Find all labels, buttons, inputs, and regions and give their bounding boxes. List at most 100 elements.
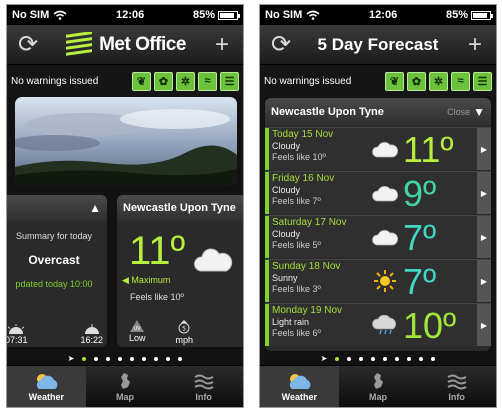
row-chevron-icon[interactable]: ▶ (477, 172, 491, 214)
svg-text:UV: UV (134, 326, 142, 332)
svg-text:5: 5 (182, 326, 186, 333)
tab-map[interactable]: Map (339, 366, 418, 407)
page-dot (371, 356, 376, 361)
row-chevron-icon[interactable]: ▶ (477, 128, 491, 170)
page-dot (154, 356, 159, 361)
tab-weather[interactable]: Weather (260, 366, 339, 407)
refresh-icon[interactable]: ⟳ (15, 32, 41, 57)
current-weather-card[interactable]: Newcastle Upon Tyne 11º ◀ Maximum Feels … (117, 195, 243, 347)
page-dot (359, 356, 364, 361)
forecast-location: Newcastle Upon Tyne (271, 106, 384, 118)
page-dot (419, 356, 424, 361)
summary-value: Overcast (28, 253, 80, 267)
leaf-icon[interactable]: ❦ (385, 71, 404, 91)
forecast-description: Cloudy (272, 185, 301, 195)
row-chevron-icon[interactable]: ▶ (477, 304, 491, 346)
page-dot (395, 356, 400, 361)
forecast-card: Newcastle Upon Tyne Close ▼ Today 15 Nov C… (265, 98, 491, 351)
collapse-arrow-icon[interactable]: ▲ (89, 201, 101, 215)
page-dot (407, 356, 412, 361)
maximum-label: ◀ Maximum (122, 275, 171, 285)
info-tab-icon (194, 374, 214, 389)
current-temperature: 11º (129, 229, 186, 273)
snowflake-icon[interactable]: ✲ (429, 71, 448, 91)
cloud-icon (371, 172, 399, 214)
list-icon[interactable]: ☰ (220, 71, 239, 91)
phone-screen-forecast: No SIM 12:06 85% ⟳ 5 Day Forecast + No w… (259, 4, 497, 408)
close-arrow-icon: ▼ (473, 105, 485, 119)
phone-screen-weather: No SIM 12:06 85% ⟳ Met Office + No warni… (6, 4, 244, 408)
tab-info[interactable]: Info (164, 366, 243, 407)
wifi-icon (53, 10, 67, 20)
forecast-row[interactable]: Today 15 Nov Cloudy Feels like 10º 11º ▶ (265, 127, 491, 170)
location-arrow-icon: ➤ (67, 354, 75, 363)
forecast-row[interactable]: Sunday 18 Nov Sunny Feels like 3º 7º ▶ (265, 259, 491, 302)
forecast-info: Today 15 Nov Cloudy Feels like 10º (269, 128, 371, 170)
forecast-day: Monday 19 Nov (272, 305, 343, 316)
carrier-label: No SIM (265, 9, 303, 21)
row-chevron-icon[interactable]: ▶ (477, 260, 491, 302)
webcam-image (15, 97, 237, 185)
pollen-icon[interactable]: ✿ (154, 71, 173, 91)
forecast-temperature: 7º (403, 217, 437, 258)
info-tab-icon (447, 374, 467, 389)
wind-unit: mph (175, 335, 194, 345)
tab-map-label: Map (116, 391, 134, 402)
summary-card[interactable]: ▲ Summary for today Overcast pdated toda… (6, 195, 107, 347)
forecast-row[interactable]: Monday 19 Nov Light rain Feels like 6º 10º ▶ (265, 303, 491, 346)
page-dot (94, 356, 99, 361)
warnings-text: No warnings issued (11, 75, 99, 87)
tab-info-label: Info (448, 391, 465, 402)
forecast-day: Today 15 Nov (272, 129, 334, 140)
weather-tab-icon (290, 373, 311, 389)
rain-cloud-icon (371, 304, 399, 346)
clock: 12:06 (369, 9, 398, 21)
sunrise-time: 07:31 (6, 335, 28, 345)
page-indicator[interactable]: ➤ (260, 354, 496, 363)
forecast-feels-like: Feels like 3º (272, 284, 321, 294)
flood-icon[interactable]: ≈ (451, 71, 470, 91)
forecast-feels-like: Feels like 7º (272, 196, 321, 206)
page-dot (82, 356, 87, 361)
refresh-icon[interactable]: ⟳ (268, 32, 294, 57)
sunset-icon (84, 324, 99, 334)
page-indicator[interactable]: ➤ (7, 354, 243, 363)
forecast-day: Sunday 18 Nov (272, 261, 341, 272)
battery-percent: 85% (445, 9, 468, 21)
snowflake-icon[interactable]: ✲ (176, 71, 195, 91)
tab-info[interactable]: Info (417, 366, 496, 407)
forecast-day: Saturday 17 Nov (272, 217, 347, 228)
pollen-icon[interactable]: ✿ (407, 71, 426, 91)
location-arrow-icon: ➤ (320, 354, 328, 363)
nav-bar: ⟳ 5 Day Forecast + (260, 25, 496, 65)
tab-weather-label: Weather (28, 391, 65, 402)
tab-bar: Weather Map Info (7, 365, 243, 407)
tab-weather[interactable]: Weather (7, 366, 86, 407)
cloud-icon (194, 248, 233, 272)
add-icon[interactable]: + (462, 32, 488, 57)
tab-map[interactable]: Map (86, 366, 165, 407)
page-dot (142, 356, 147, 361)
page-dot (431, 356, 436, 361)
add-icon[interactable]: + (209, 32, 235, 57)
flood-icon[interactable]: ≈ (198, 71, 217, 91)
forecast-row[interactable]: Friday 16 Nov Cloudy Feels like 7º 9º ▶ (265, 171, 491, 214)
close-button[interactable]: Close ▼ (447, 105, 485, 119)
tab-map-label: Map (369, 391, 387, 402)
close-label: Close (447, 107, 471, 117)
forecast-row[interactable]: Saturday 17 Nov Cloudy Feels like 5º 7º ▶ (265, 215, 491, 258)
leaf-icon[interactable]: ❦ (132, 71, 151, 91)
battery-icon (470, 10, 493, 20)
forecast-info: Saturday 17 Nov Cloudy Feels like 5º (269, 216, 371, 258)
forecast-description: Light rain (272, 317, 310, 327)
warnings-bar: No warnings issued ❦ ✿ ✲ ≈ ☰ (260, 65, 496, 97)
forecast-header: Newcastle Upon Tyne Close ▼ (265, 98, 491, 126)
feels-like: Feels like 10º (130, 292, 184, 302)
page-dot (335, 356, 340, 361)
wind-icon: 5 (178, 320, 190, 334)
list-icon[interactable]: ☰ (473, 71, 492, 91)
row-chevron-icon[interactable]: ▶ (477, 216, 491, 258)
met-office-logo-mark (66, 31, 93, 56)
map-tab-icon (121, 372, 130, 389)
wifi-icon (306, 10, 320, 20)
